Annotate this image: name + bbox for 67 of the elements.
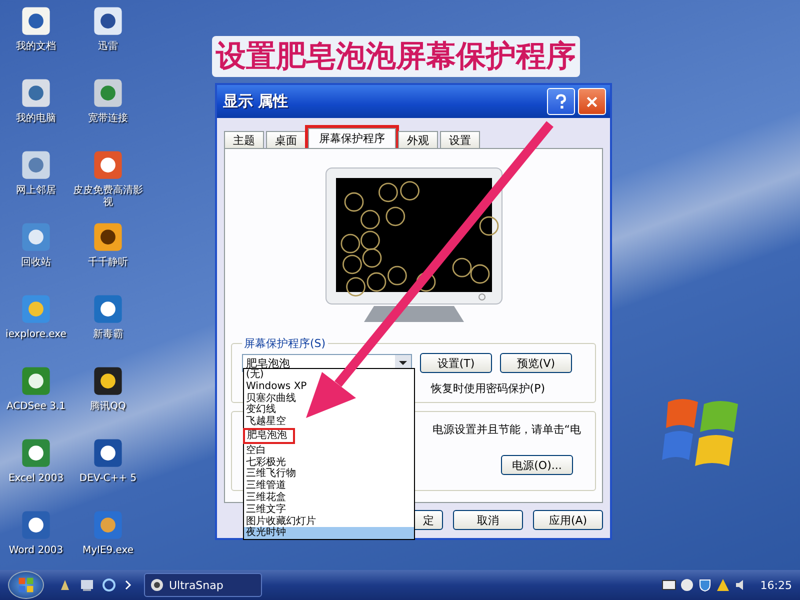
tab[interactable]: 主题 (224, 131, 264, 148)
dropdown-option[interactable]: 图片收藏幻灯片 (244, 516, 414, 528)
icon-label[interactable]: 网上邻居 (1, 185, 71, 197)
icon-label[interactable]: 迅雷 (73, 41, 143, 53)
dropdown-option[interactable]: 空白 (244, 444, 414, 457)
shield-icon[interactable] (698, 578, 712, 592)
window-title: 显示 属性 (223, 92, 288, 111)
app-icon[interactable] (19, 4, 53, 38)
help-button[interactable] (547, 88, 575, 115)
start-button[interactable] (8, 571, 44, 599)
help-icon (556, 94, 566, 109)
caret-icon (399, 361, 407, 365)
clock: 16:25 (760, 578, 792, 592)
dropdown-option[interactable]: 七彩极光 (244, 456, 414, 468)
close-button[interactable] (578, 88, 606, 115)
app-icon[interactable] (91, 220, 125, 254)
tray-icon[interactable] (680, 578, 694, 592)
dialog-button[interactable]: 设置(T) (420, 353, 492, 373)
dropdown-option[interactable]: 飞越星空 (244, 416, 414, 428)
app-icon[interactable] (91, 436, 125, 470)
group-label: 屏幕保护程序(S) (243, 336, 327, 351)
app-icon[interactable] (19, 508, 53, 542)
power-description: 电源设置并且节能，请单击“电 (432, 422, 582, 437)
dropdown-option[interactable]: Windows XP (244, 380, 414, 393)
dropdown-option[interactable]: 三维花盒 (244, 492, 414, 504)
app-icon[interactable] (91, 148, 125, 182)
dropdown-option[interactable]: 贝塞尔曲线 (244, 392, 414, 404)
password-checkbox-label[interactable]: 恢复时使用密码保护(P) (430, 381, 545, 396)
dialog-button[interactable]: 预览(V) (500, 353, 572, 373)
icon-label[interactable]: 新毒霸 (73, 329, 143, 341)
app-icon[interactable] (91, 4, 125, 38)
icon-label[interactable]: iexplore.exe (1, 329, 71, 341)
dialog-button[interactable]: 应用(A) (533, 510, 603, 530)
icon-label[interactable]: 千千静听 (73, 257, 143, 269)
annotation-title: 设置肥皂泡泡屏幕保护程序 (212, 36, 580, 77)
windows-logo-icon (17, 576, 35, 594)
icon-label[interactable]: DEV-C++ 5 (73, 473, 143, 485)
tab[interactable]: 桌面 (266, 131, 306, 148)
chevron-icon[interactable] (124, 580, 132, 590)
power-button[interactable]: 电源(O)... (501, 455, 573, 475)
tab[interactable]: 设置 (440, 131, 480, 148)
icon-label[interactable]: 皮皮免费高清影视 (73, 185, 143, 209)
icon-label[interactable]: 宽带连接 (73, 113, 143, 125)
app-icon[interactable] (91, 364, 125, 398)
icon-label[interactable]: MyIE9.exe (73, 545, 143, 557)
dropdown-option[interactable]: 变幻线 (244, 404, 414, 416)
warning-icon[interactable] (716, 578, 730, 592)
dropdown-option[interactable]: 三维文字 (244, 504, 414, 516)
taskbar-button[interactable]: UltraSnap (144, 573, 262, 597)
dropdown-option[interactable]: (无) (244, 369, 414, 381)
dropdown-option[interactable]: 三维飞行物 (244, 468, 414, 480)
dialog-button[interactable]: 取消 (453, 510, 523, 530)
tab[interactable]: 外观 (398, 131, 438, 148)
dropdown-option[interactable]: 三维管道 (244, 480, 414, 492)
dropdown-option[interactable]: 肥皂泡泡 (245, 430, 293, 442)
tab[interactable]: 屏幕保护程序 (308, 128, 396, 148)
quick-launch-icon[interactable] (58, 578, 72, 592)
desktop-show-icon[interactable] (80, 578, 94, 592)
icon-label[interactable]: 我的电脑 (1, 113, 71, 125)
icon-label[interactable]: Word 2003 (1, 545, 71, 557)
app-icon[interactable] (91, 292, 125, 326)
camera-icon (150, 578, 164, 592)
icon-label[interactable]: 我的文档 (1, 41, 71, 53)
close-icon (585, 94, 599, 108)
app-icon[interactable] (19, 436, 53, 470)
icon-label[interactable]: 回收站 (1, 257, 71, 269)
dropdown-option[interactable]: 夜光时钟 (244, 527, 414, 540)
